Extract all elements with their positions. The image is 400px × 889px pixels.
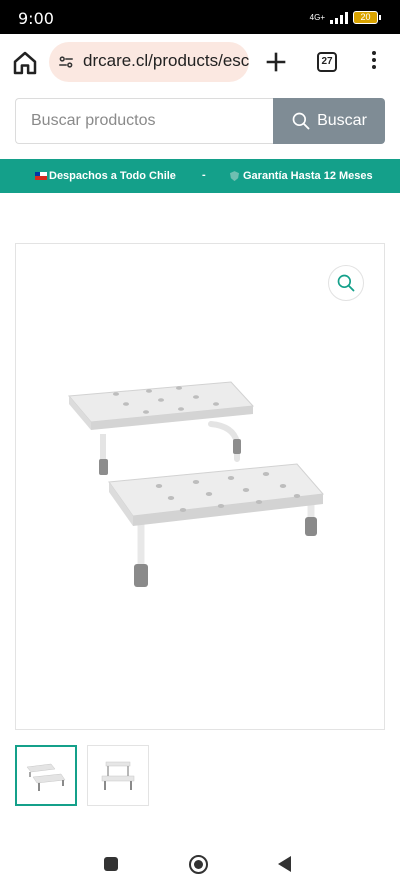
more-vert-icon[interactable] <box>366 48 382 76</box>
search-input[interactable] <box>15 98 273 144</box>
zoom-button[interactable] <box>328 265 364 301</box>
tab-count: 27 <box>321 56 333 67</box>
zoom-icon <box>337 274 355 292</box>
home-circle-icon[interactable] <box>189 855 208 874</box>
search-button-label: Buscar <box>317 112 367 129</box>
chile-flag-icon <box>35 172 47 181</box>
status-bar: 9:00 4G+ 20 <box>0 0 400 34</box>
thumbnail-image-1 <box>26 763 66 791</box>
recents-icon[interactable] <box>104 857 118 871</box>
tune-icon[interactable] <box>57 53 75 71</box>
promo-shipping-text: Despachos a Todo Chile <box>49 170 176 182</box>
plus-icon[interactable] <box>262 48 290 76</box>
promo-shipping: Despachos a Todo Chile <box>35 170 176 182</box>
system-nav-bar <box>0 840 400 889</box>
status-time: 9:00 <box>18 9 54 28</box>
signal-icon <box>330 11 348 24</box>
tabs-button[interactable]: 27 <box>317 52 337 72</box>
back-icon[interactable] <box>278 856 291 872</box>
promo-separator: - <box>202 169 206 181</box>
address-bar[interactable]: drcare.cl/products/esc <box>49 42 249 82</box>
url-text[interactable]: drcare.cl/products/esc <box>83 51 249 71</box>
product-thumbnail-1[interactable] <box>15 745 77 806</box>
status-indicators: 4G+ 20 <box>309 11 381 24</box>
browser-toolbar: drcare.cl/products/esc 27 <box>0 34 400 90</box>
shield-icon <box>230 171 239 182</box>
promo-bar: Despachos a Todo Chile - Garantía Hasta … <box>0 159 400 193</box>
home-icon[interactable] <box>10 48 40 78</box>
search-icon <box>292 112 310 130</box>
product-thumbnail-2[interactable] <box>87 745 149 806</box>
network-type: 4G+ <box>309 12 325 22</box>
promo-warranty-text: Garantía Hasta 12 Meses <box>243 170 373 182</box>
product-main-image[interactable] <box>61 364 351 604</box>
battery-icon: 20 <box>353 11 381 24</box>
product-image-gallery <box>15 243 385 730</box>
thumbnail-image-2 <box>101 761 135 790</box>
search-button[interactable]: Buscar <box>273 98 385 144</box>
battery-level: 20 <box>360 12 371 22</box>
promo-warranty: Garantía Hasta 12 Meses <box>230 170 373 182</box>
product-search: Buscar <box>15 98 385 144</box>
